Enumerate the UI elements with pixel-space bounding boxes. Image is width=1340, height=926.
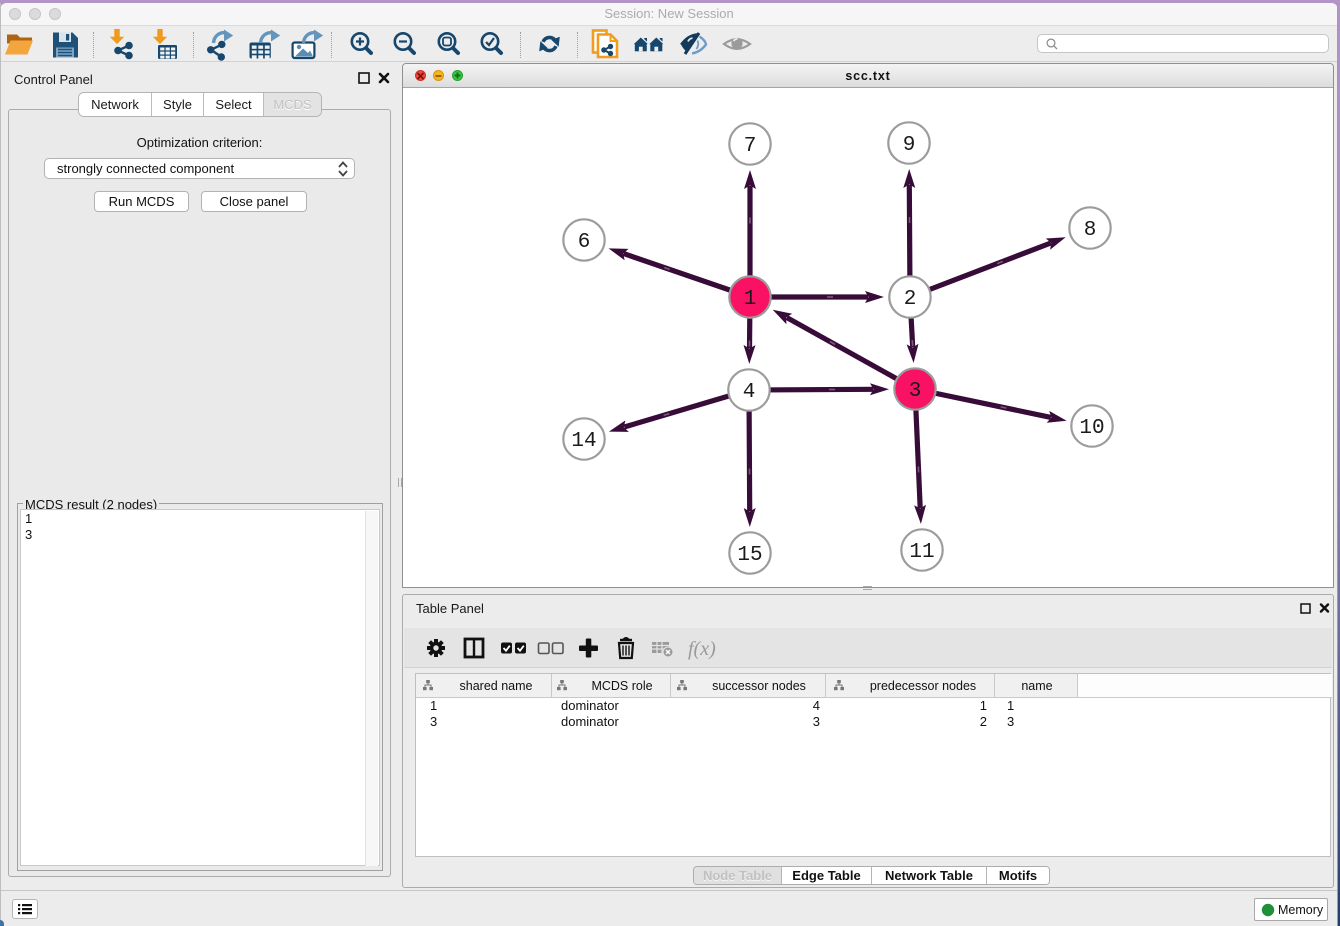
svg-text:14: 14 — [571, 430, 596, 453]
svg-text:1: 1 — [744, 288, 757, 311]
svg-text:11: 11 — [909, 541, 934, 564]
svg-text:7: 7 — [744, 135, 757, 158]
svg-text:10: 10 — [1079, 417, 1104, 440]
svg-text:2: 2 — [980, 714, 987, 729]
svg-text:dominator: dominator — [561, 714, 619, 729]
svg-text:shared name: shared name — [460, 679, 533, 693]
svg-text:1: 1 — [1007, 698, 1014, 713]
svg-text:6: 6 — [578, 231, 591, 254]
svg-text:8: 8 — [1084, 219, 1097, 242]
svg-text:9: 9 — [903, 134, 916, 157]
svg-text:3: 3 — [813, 714, 820, 729]
svg-text:3: 3 — [909, 380, 922, 403]
svg-text:1: 1 — [430, 698, 437, 713]
svg-text:name: name — [1021, 679, 1052, 693]
svg-text:4: 4 — [813, 698, 820, 713]
svg-text:15: 15 — [737, 544, 762, 567]
svg-text:3: 3 — [430, 714, 437, 729]
svg-text:1: 1 — [980, 698, 987, 713]
svg-text:predecessor nodes: predecessor nodes — [870, 679, 976, 693]
svg-text:successor nodes: successor nodes — [712, 679, 806, 693]
svg-text:3: 3 — [1007, 714, 1014, 729]
svg-text:f(x): f(x) — [688, 638, 716, 660]
svg-text:dominator: dominator — [561, 698, 619, 713]
svg-text:MCDS role: MCDS role — [591, 679, 652, 693]
svg-text:4: 4 — [743, 381, 756, 404]
svg-text:2: 2 — [904, 288, 917, 311]
